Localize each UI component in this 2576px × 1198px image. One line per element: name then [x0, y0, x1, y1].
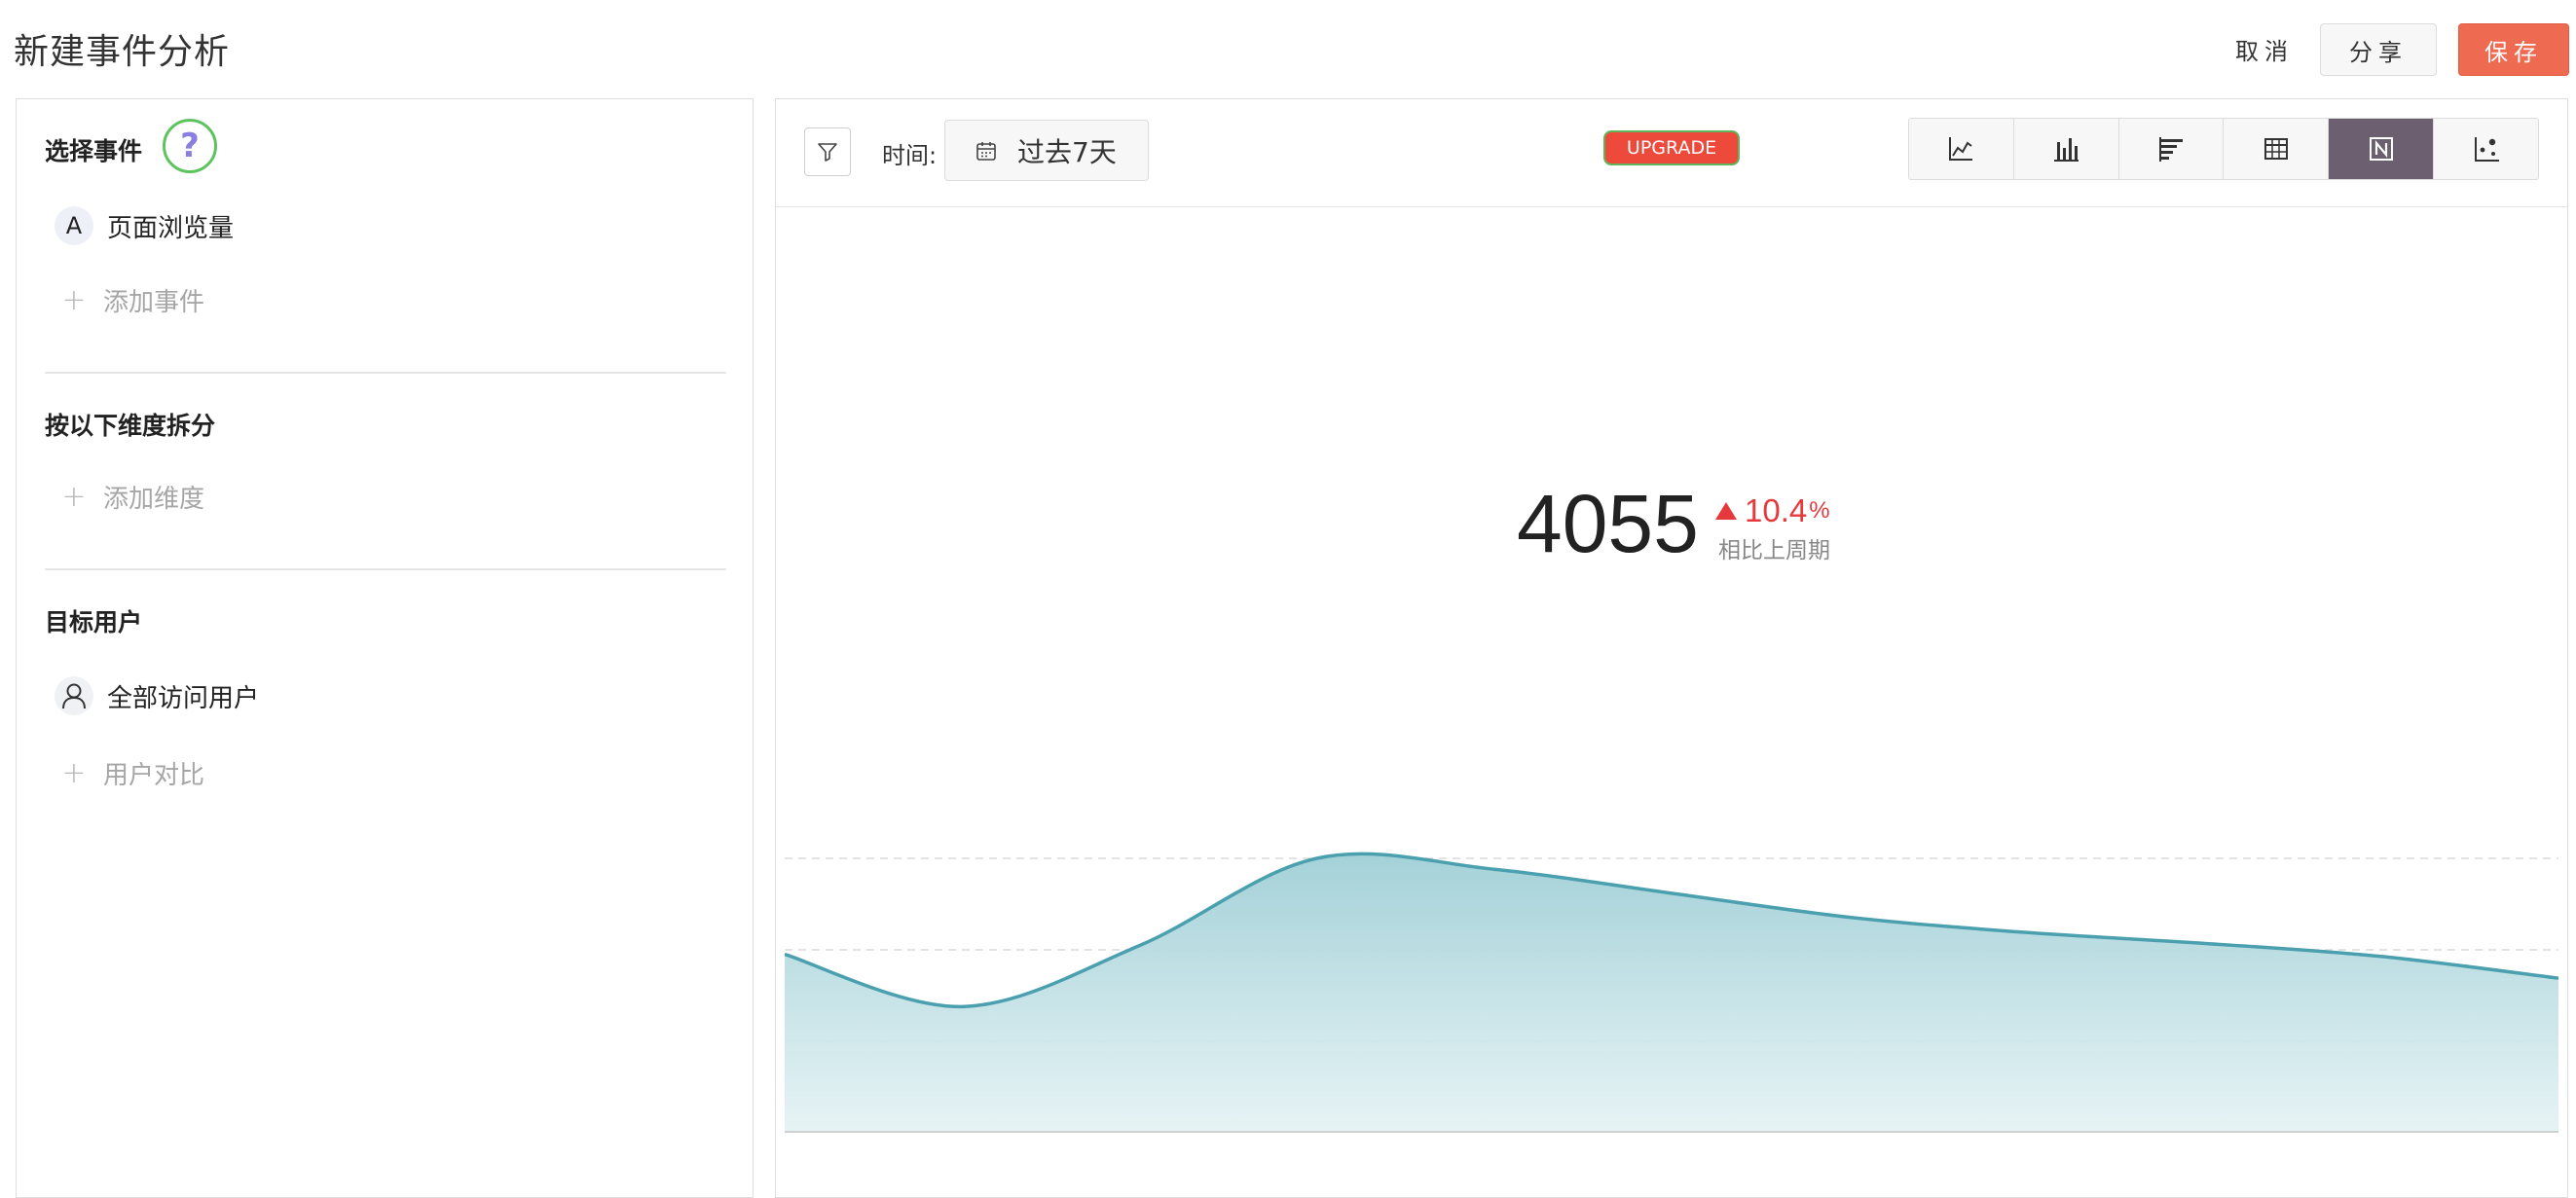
- add-dimension-label: 添加维度: [103, 485, 205, 514]
- number-icon: [2369, 137, 2393, 161]
- change-unit: %: [1809, 497, 1830, 524]
- event-badge: A: [55, 206, 93, 245]
- events-section-title: 选择事件: [45, 137, 143, 165]
- upgrade-badge[interactable]: UPGRADE: [1603, 130, 1740, 165]
- section-divider: [45, 372, 726, 374]
- time-range-value: 过去7天: [1017, 135, 1117, 168]
- add-dimension-button[interactable]: + 添加维度: [55, 479, 204, 515]
- user-compare-label: 用户对比: [103, 761, 205, 790]
- plus-icon: +: [61, 283, 87, 317]
- calendar-icon: [975, 139, 998, 163]
- line-chart-icon: [1949, 137, 1973, 161]
- horizontal-bar-icon: [2159, 137, 2184, 162]
- section-divider: [45, 568, 726, 570]
- add-event-button[interactable]: + 添加事件: [55, 282, 204, 318]
- metric-value: 4055: [1517, 478, 1699, 569]
- bar-chart-icon: [2054, 138, 2079, 162]
- time-label: 时间:: [882, 142, 938, 169]
- line-chart-button[interactable]: [1909, 119, 2014, 179]
- chart-type-switcher: [1908, 118, 2539, 180]
- filter-icon: [818, 143, 837, 162]
- horizontal-bar-button[interactable]: [2119, 119, 2225, 179]
- toolbar-divider: [776, 206, 2567, 207]
- target-user-label: 全部访问用户: [107, 683, 260, 713]
- bar-chart-button[interactable]: [2014, 119, 2119, 179]
- save-button[interactable]: 保存: [2458, 23, 2569, 76]
- table-icon: [2263, 138, 2288, 160]
- add-event-label: 添加事件: [103, 288, 205, 317]
- area-fill: [785, 853, 2558, 1132]
- dimension-section-title: 按以下维度拆分: [45, 412, 216, 440]
- change-label: 相比上周期: [1718, 538, 1830, 563]
- scatter-icon: [2474, 137, 2499, 162]
- change-indicator: 10.4%: [1715, 492, 1830, 529]
- help-icon[interactable]: ?: [163, 119, 217, 173]
- event-item[interactable]: A 页面浏览量: [55, 206, 234, 245]
- event-label: 页面浏览量: [107, 213, 235, 243]
- user-icon: [55, 676, 93, 715]
- target-user-item[interactable]: 全部访问用户: [55, 676, 259, 715]
- number-button[interactable]: [2329, 119, 2435, 179]
- time-range-select[interactable]: 过去7天: [944, 120, 1149, 181]
- plus-icon: +: [61, 480, 87, 514]
- change-value: 10.4: [1745, 492, 1808, 528]
- config-panel: [16, 98, 754, 1198]
- trend-area-chart: [785, 852, 2558, 1133]
- page-title: 新建事件分析: [14, 32, 231, 72]
- scatter-button[interactable]: [2434, 119, 2538, 179]
- user-compare-button[interactable]: + 用户对比: [55, 755, 204, 791]
- up-arrow-icon: [1715, 502, 1737, 520]
- plus-icon: +: [61, 756, 87, 790]
- share-button[interactable]: 分享: [2320, 23, 2437, 76]
- filter-button[interactable]: [804, 127, 851, 176]
- table-button[interactable]: [2224, 119, 2330, 179]
- target-section-title: 目标用户: [45, 608, 143, 636]
- cancel-button[interactable]: 取消: [2220, 23, 2309, 74]
